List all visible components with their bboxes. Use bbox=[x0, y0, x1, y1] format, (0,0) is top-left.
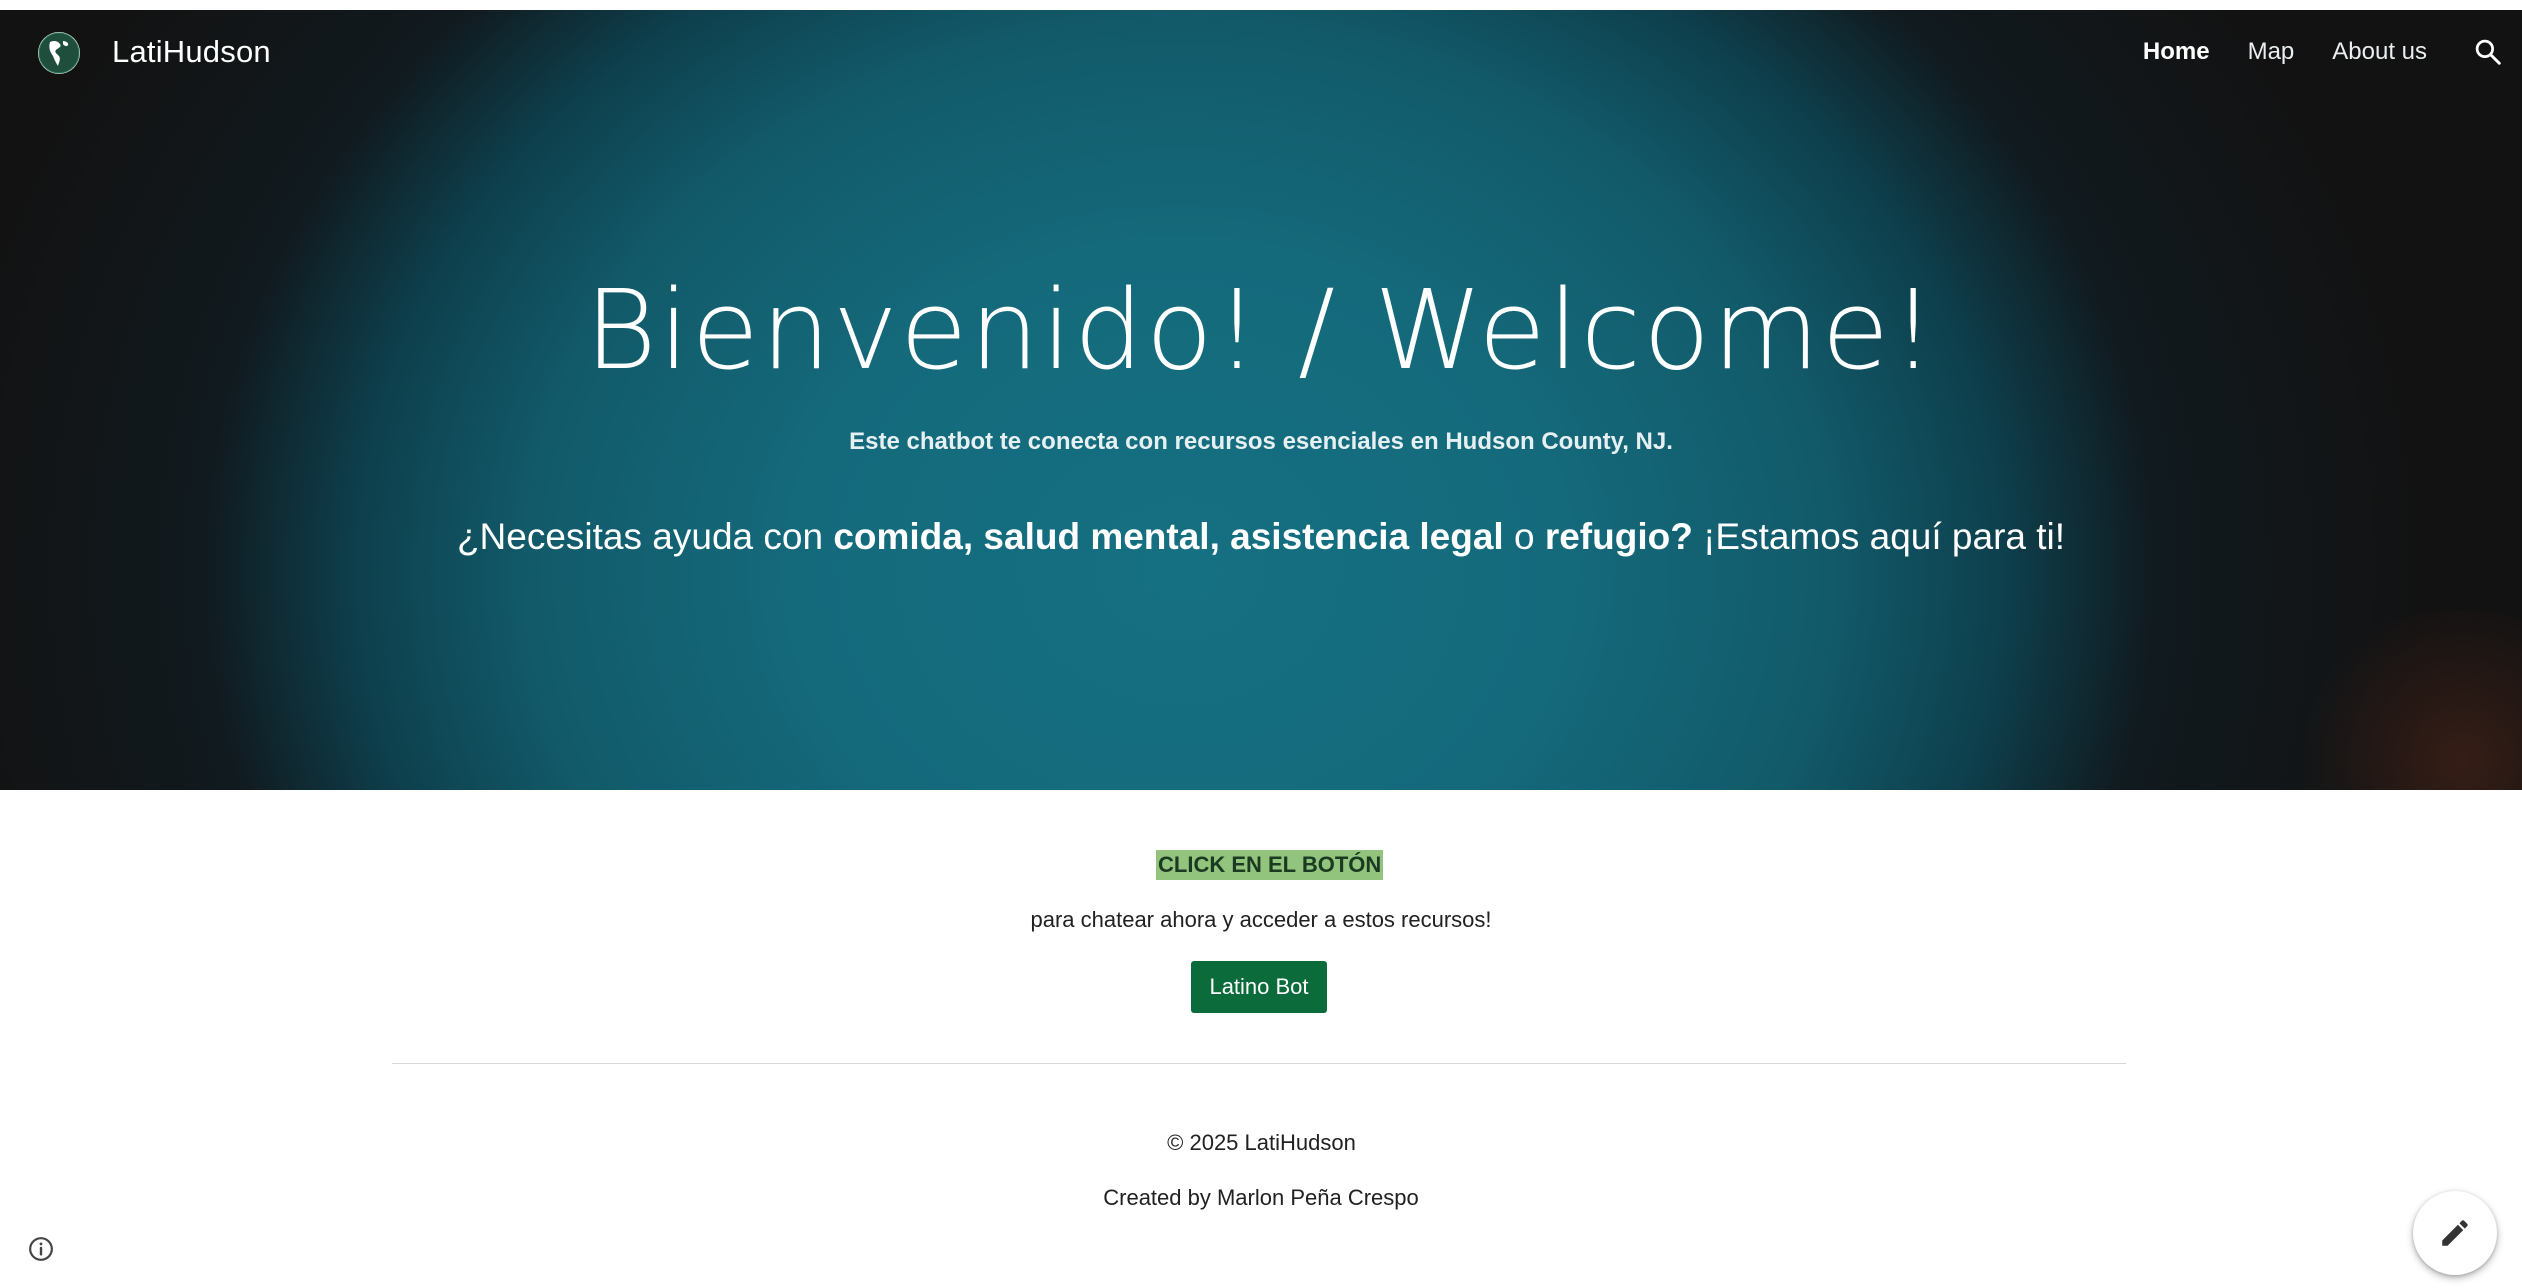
info-icon[interactable] bbox=[26, 1234, 56, 1264]
hero-title: Bienvenido! / Welcome! bbox=[584, 266, 1938, 394]
hero-line-prefix: ¿Necesitas ayuda con bbox=[456, 516, 834, 557]
top-strip bbox=[0, 0, 2522, 10]
footer-divider bbox=[392, 1063, 2126, 1064]
hero-line-shelter: refugio? bbox=[1544, 516, 1693, 557]
nav-about-us[interactable]: About us bbox=[2313, 34, 2446, 70]
cta-text: para chatear ahora y acceder a estos rec… bbox=[1030, 907, 1492, 932]
hero-banner: Bienvenido! / Welcome! Este chatbot te c… bbox=[0, 10, 2522, 790]
latino-bot-button[interactable]: Latino Bot bbox=[1191, 961, 1327, 1013]
nav-home[interactable]: Home bbox=[2124, 34, 2229, 70]
globe-americas-logo[interactable] bbox=[38, 32, 80, 74]
pencil-icon[interactable] bbox=[2413, 1191, 2497, 1275]
search-icon[interactable] bbox=[2468, 32, 2508, 72]
site-title[interactable]: LatiHudson bbox=[112, 30, 271, 74]
page: Bienvenido! / Welcome! Este chatbot te c… bbox=[0, 0, 2522, 1288]
footer-credit: Created by Marlon Peña Crespo bbox=[1103, 1185, 1419, 1210]
hero-subtitle: Este chatbot te conecta con recursos ese… bbox=[849, 428, 1673, 455]
hero-line-services: comida, salud mental, asistencia legal bbox=[833, 516, 1504, 557]
main-nav: Home Map About us bbox=[2124, 34, 2446, 70]
hero-help-line: ¿Necesitas ayuda con comida, salud menta… bbox=[0, 510, 2522, 564]
nav-map[interactable]: Map bbox=[2229, 34, 2314, 70]
site-header: LatiHudson Home Map About us bbox=[0, 10, 2522, 94]
hero-line-suffix: ¡Estamos aquí para ti! bbox=[1692, 516, 2066, 557]
hero-glow bbox=[2282, 610, 2522, 790]
cta-highlight: CLICK EN EL BOTÓN bbox=[1156, 850, 1384, 880]
footer-copyright: © 2025 LatiHudson bbox=[1167, 1130, 1356, 1155]
hero-line-or: o bbox=[1503, 516, 1545, 557]
